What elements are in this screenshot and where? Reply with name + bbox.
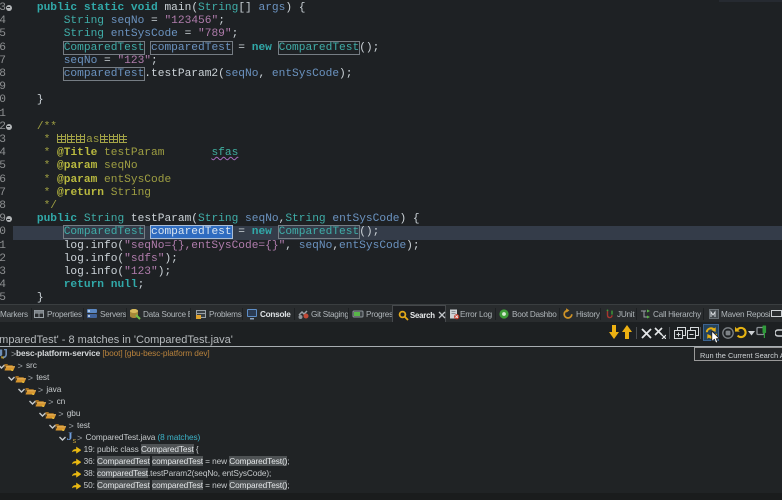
svg-text:s: s (1, 353, 4, 359)
